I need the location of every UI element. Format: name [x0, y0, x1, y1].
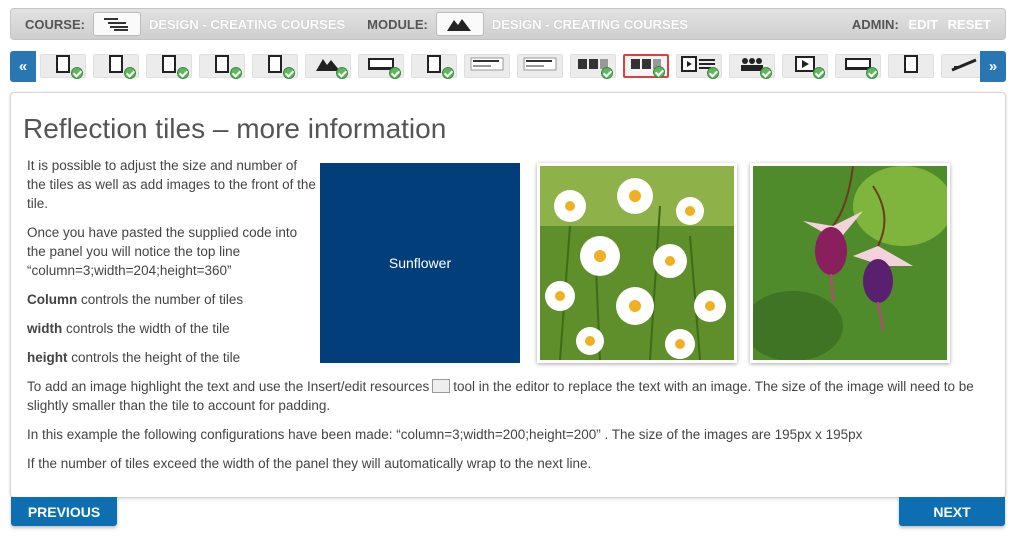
- thumbnail-4[interactable]: [199, 54, 245, 79]
- check-icon: [442, 67, 454, 79]
- thumbnail-3[interactable]: [146, 54, 192, 79]
- thumbnail-strip: [40, 54, 980, 80]
- film-icon: [795, 55, 815, 77]
- thumbnail-12[interactable]: [623, 54, 669, 78]
- thumbnail-14[interactable]: [729, 54, 775, 79]
- scroll-right-button[interactable]: »: [980, 51, 1006, 82]
- check-icon: [336, 67, 348, 79]
- thumbnail-15[interactable]: [782, 54, 828, 79]
- reset-link[interactable]: RESET: [948, 17, 991, 32]
- paragraph-wrap: If the number of tiles exceed the width …: [27, 456, 592, 471]
- thumbnail-2[interactable]: [93, 54, 139, 79]
- check-icon: [760, 67, 772, 79]
- previous-button[interactable]: PREVIOUS: [11, 497, 117, 526]
- page-navigator: « »: [10, 51, 1006, 82]
- check-icon: [707, 67, 719, 79]
- content-panel: Reflection tiles – more information It i…: [10, 92, 1006, 498]
- text-layout-icon: [523, 57, 557, 76]
- thumbnail-8[interactable]: [411, 54, 457, 79]
- check-icon: [601, 67, 613, 79]
- paragraph-intro: It is possible to adjust the size and nu…: [27, 158, 316, 211]
- column-term: Column: [27, 292, 78, 307]
- thumbnail-18[interactable]: [941, 54, 980, 78]
- thumbnail-7[interactable]: [358, 54, 404, 79]
- check-icon: [230, 67, 242, 79]
- paragraph-code: Once you have pasted the supplied code i…: [27, 225, 298, 278]
- daisies-image: [540, 166, 734, 360]
- module-icon[interactable]: [435, 12, 484, 36]
- thumbnail-13[interactable]: [676, 54, 722, 79]
- tile-daisies-image[interactable]: [537, 163, 737, 363]
- module-label: MODULE:: [367, 16, 428, 32]
- page-title: Reflection tiles – more information: [23, 113, 447, 144]
- paragraph-insert: To add an image highlight the text and u…: [27, 377, 987, 415]
- thumbnail-1[interactable]: [40, 54, 86, 79]
- course-name[interactable]: DESIGN - CREATING COURSES: [149, 17, 345, 32]
- width-term: width: [27, 321, 63, 336]
- top-bar: COURSE: DESIGN - CREATING COURSES MODULE…: [10, 8, 1006, 40]
- column-desc: controls the number of tiles: [77, 292, 244, 307]
- height-desc: controls the height of the tile: [67, 350, 241, 365]
- width-desc: controls the width of the tile: [62, 321, 230, 336]
- insert-text-a: To add an image highlight the text and u…: [27, 379, 430, 394]
- thumbnail-9[interactable]: [464, 54, 510, 78]
- tile-fuchsia-image[interactable]: [750, 163, 950, 363]
- check-icon: [124, 67, 136, 79]
- thumbnail-17[interactable]: [888, 54, 934, 78]
- bottom-text: To add an image highlight the text and u…: [27, 377, 987, 483]
- course-label: COURSE:: [25, 16, 85, 32]
- text-layout-icon: [470, 57, 504, 76]
- tile-sunflower[interactable]: Sunflower: [320, 163, 520, 363]
- height-term: height: [27, 350, 68, 365]
- check-icon: [866, 67, 878, 79]
- check-icon: [653, 66, 665, 78]
- thumbnail-5[interactable]: [252, 54, 298, 79]
- paragraph-column: Column controls the number of tiles: [27, 290, 317, 309]
- paragraph-example: In this example the following configurat…: [27, 427, 863, 442]
- thumbnail-11[interactable]: [570, 54, 616, 79]
- check-icon: [283, 67, 295, 79]
- page-icon: [55, 54, 71, 78]
- thumbnail-10[interactable]: [517, 54, 563, 78]
- check-icon: [71, 67, 83, 79]
- page-icon: [426, 54, 442, 78]
- thumbnail-6[interactable]: [305, 54, 351, 79]
- sign-icon: [950, 56, 978, 77]
- page-icon: [214, 54, 230, 78]
- left-column: It is possible to adjust the size and nu…: [27, 156, 317, 377]
- film-icon: [432, 379, 451, 393]
- next-button[interactable]: NEXT: [899, 497, 1005, 526]
- fuchsia-image: [753, 166, 947, 360]
- page-icon: [267, 54, 283, 78]
- page-icon: [108, 54, 124, 78]
- admin-area: ADMIN: EDIT RESET: [852, 17, 991, 32]
- thumbnail-16[interactable]: [835, 54, 881, 79]
- scroll-left-button[interactable]: «: [10, 51, 36, 82]
- admin-label: ADMIN:: [851, 16, 899, 32]
- course-icon[interactable]: [92, 12, 141, 36]
- check-icon: [389, 67, 401, 79]
- module-name[interactable]: DESIGN - CREATING COURSES: [492, 17, 688, 32]
- tile-label: Sunflower: [388, 255, 452, 271]
- check-icon: [177, 67, 189, 79]
- page-icon: [903, 54, 919, 78]
- page-icon: [161, 54, 177, 78]
- check-icon: [813, 67, 825, 79]
- edit-link[interactable]: EDIT: [908, 17, 938, 32]
- paragraph-width: width controls the width of the tile: [27, 319, 317, 338]
- paragraph-height: height controls the height of the tile: [27, 348, 317, 367]
